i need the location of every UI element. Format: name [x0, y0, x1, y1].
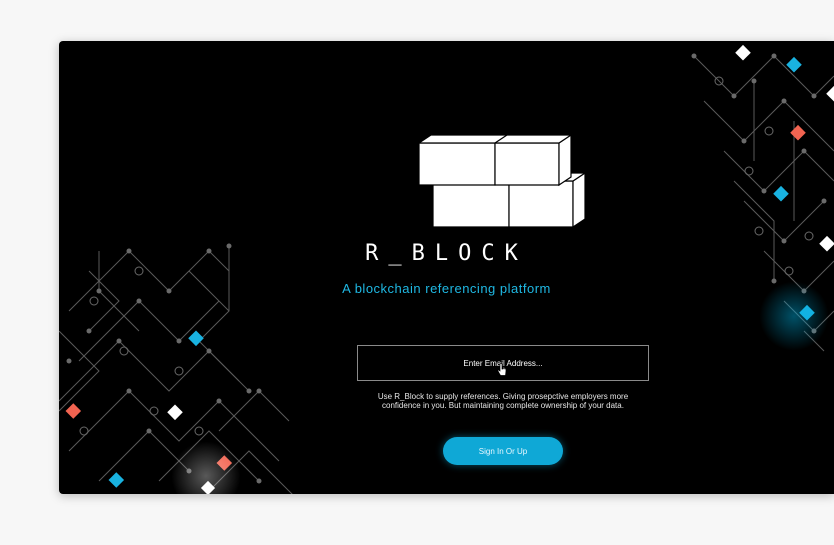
brand-name: R_BLOCK	[365, 241, 528, 266]
sign-in-button[interactable]: Sign In Or Up	[443, 437, 563, 465]
circuit-decoration-right	[691, 44, 834, 352]
white-diamond-decoration	[200, 480, 216, 494]
circuit-decoration-left	[59, 243, 293, 494]
description-text: Use R_Block to supply references. Giving…	[377, 392, 629, 410]
app-window: R_BLOCK A blockchain referencing platfor…	[59, 41, 834, 494]
hand-pointer-icon	[497, 363, 507, 376]
tagline: A blockchain referencing platform	[342, 281, 551, 296]
stacked-blocks-icon	[419, 133, 587, 229]
